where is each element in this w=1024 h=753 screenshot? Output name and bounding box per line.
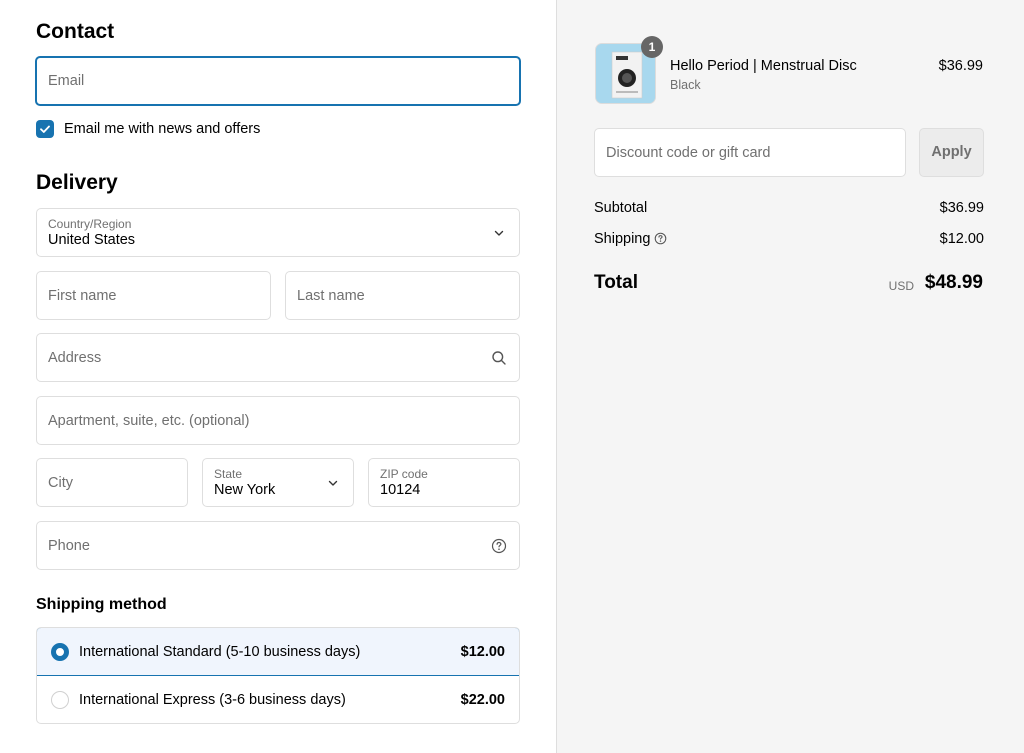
total-label: Total: [594, 272, 638, 293]
checkout-form-panel: Contact Email Email me with news and off…: [0, 0, 557, 753]
shipping-options: International Standard (5-10 business da…: [36, 627, 520, 724]
city-placeholder: City: [48, 474, 73, 491]
phone-placeholder: Phone: [48, 537, 90, 554]
shipping-label-wrap: Shipping: [594, 231, 667, 247]
help-icon[interactable]: [491, 538, 507, 554]
shipping-method-heading: Shipping method: [36, 596, 167, 613]
chevron-down-icon: [328, 480, 338, 486]
order-summary-panel: 1 Hello Period | Menstrual Disc Black $3…: [557, 0, 1024, 753]
address-placeholder: Address: [48, 349, 102, 366]
total-currency: USD: [888, 279, 914, 293]
zip-field[interactable]: ZIP code 10124: [368, 458, 520, 507]
shipping-value: $12.00: [939, 231, 984, 247]
last-name-placeholder: Last name: [297, 287, 365, 304]
shipping-option-price: $22.00: [460, 692, 505, 708]
shipping-option-express[interactable]: International Express (3-6 business days…: [37, 676, 519, 723]
checkmark-icon: [40, 125, 50, 133]
address-field[interactable]: Address: [36, 333, 520, 382]
state-select[interactable]: State New York: [202, 458, 354, 507]
apartment-field[interactable]: Apartment, suite, etc. (optional): [36, 396, 520, 445]
apply-button[interactable]: Apply: [919, 128, 984, 177]
newsletter-label: Email me with news and offers: [64, 121, 261, 137]
first-name-placeholder: First name: [48, 287, 117, 304]
subtotal-value: $36.99: [939, 200, 984, 216]
chevron-down-icon: [494, 230, 504, 236]
zip-label: ZIP code: [380, 467, 428, 481]
radio-unselected[interactable]: [51, 691, 69, 709]
subtotal-label: Subtotal: [594, 200, 648, 216]
country-value: United States: [48, 232, 136, 248]
email-field[interactable]: Email: [35, 56, 521, 106]
first-name-field[interactable]: First name: [36, 271, 271, 320]
contact-heading: Contact: [36, 20, 115, 43]
newsletter-checkbox[interactable]: [36, 120, 54, 138]
shipping-option-price: $12.00: [460, 643, 505, 660]
delivery-heading: Delivery: [36, 171, 118, 194]
apartment-placeholder: Apartment, suite, etc. (optional): [48, 412, 250, 429]
state-label: State: [214, 467, 243, 481]
last-name-field[interactable]: Last name: [285, 271, 520, 320]
shipping-option-name: International Standard (5-10 business da…: [79, 643, 361, 660]
city-field[interactable]: City: [36, 458, 188, 507]
search-icon[interactable]: [491, 350, 507, 366]
total-value: $48.99: [924, 272, 983, 293]
country-select[interactable]: Country/Region United States: [36, 208, 520, 257]
state-value: New York: [214, 482, 276, 498]
country-label: Country/Region: [48, 217, 132, 231]
product-variant: Black: [670, 78, 701, 92]
phone-field[interactable]: Phone: [36, 521, 520, 570]
email-placeholder: Email: [48, 73, 85, 89]
discount-placeholder: Discount code or gift card: [606, 144, 771, 161]
quantity-badge: 1: [641, 36, 663, 58]
radio-selected[interactable]: [51, 642, 69, 661]
product-name: Hello Period | Menstrual Disc: [670, 58, 857, 74]
shipping-label: Shipping: [594, 231, 651, 247]
product-price: $36.99: [938, 58, 983, 74]
zip-value: 10124: [380, 482, 421, 498]
discount-code-field[interactable]: Discount code or gift card: [594, 128, 906, 177]
shipping-option-standard[interactable]: International Standard (5-10 business da…: [37, 628, 519, 676]
shipping-option-name: International Express (3-6 business days…: [79, 692, 346, 708]
help-icon[interactable]: [654, 232, 667, 245]
